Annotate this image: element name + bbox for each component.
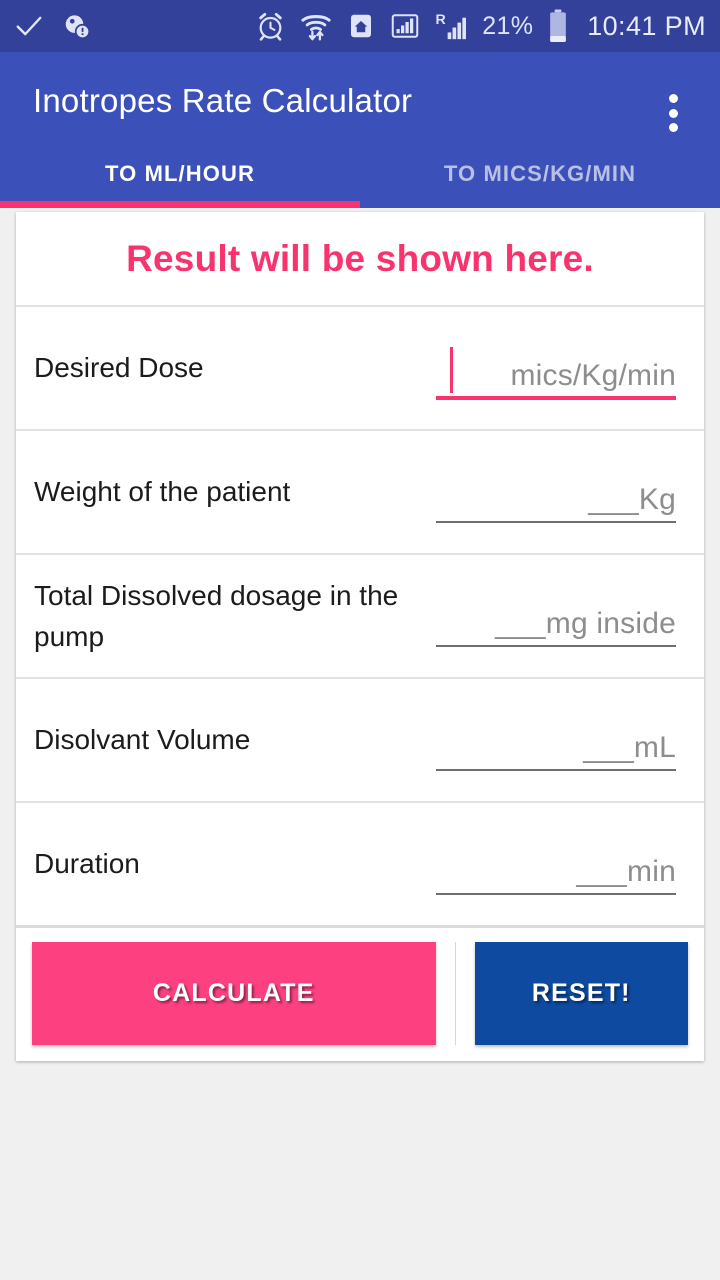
status-bar-right-icons: R 21% 10:41 PM: [255, 9, 706, 43]
page-title: Inotropes Rate Calculator: [33, 82, 413, 119]
alarm-clock-icon: [255, 11, 286, 42]
tab-indicator: [0, 201, 360, 208]
reset-button[interactable]: RESET!: [474, 942, 689, 1045]
button-row: CALCULATE RESET!: [16, 925, 704, 1061]
field-label-desired-dose: Desired Dose: [34, 352, 204, 384]
placeholder-disolvant-volume: ___mL: [583, 731, 676, 764]
app-bar: Inotropes Rate Calculator TO ML/HOUR TO …: [0, 52, 720, 208]
battery-icon: [547, 9, 569, 43]
app-alert-icon: [62, 11, 92, 41]
field-row-desired-dose: Desired Dose mics/Kg/min: [16, 305, 704, 429]
field-label-total-dosage: Total Dissolved dosage in the pump: [34, 579, 399, 652]
input-underline: [436, 769, 676, 771]
placeholder-weight: ___Kg: [588, 483, 676, 516]
field-row-duration: Duration ___min: [16, 801, 704, 925]
placeholder-total-dosage: ___mg inside: [495, 607, 676, 640]
placeholder-duration: ___min: [576, 855, 676, 888]
input-underline: [436, 396, 676, 400]
input-underline: [436, 521, 676, 523]
field-row-total-dosage: Total Dissolved dosage in the pump ___mg…: [16, 553, 704, 677]
input-total-dosage[interactable]: ___mg inside: [436, 585, 676, 647]
tab-bar: TO ML/HOUR TO MICS/KG/MIN: [0, 147, 720, 201]
placeholder-desired-dose: mics/Kg/min: [510, 359, 676, 392]
input-desired-dose[interactable]: mics/Kg/min: [436, 337, 676, 400]
field-row-disolvant-volume: Disolvant Volume ___mL: [16, 677, 704, 801]
calculate-button[interactable]: CALCULATE: [32, 942, 436, 1045]
text-caret: [450, 347, 453, 393]
field-label-duration: Duration: [34, 848, 140, 880]
battery-percent-label: 21%: [482, 11, 534, 40]
result-text: Result will be shown here.: [126, 237, 594, 279]
input-underline: [436, 893, 676, 895]
tab-indicator-track: [0, 201, 720, 208]
status-bar-left-icons: [14, 11, 92, 41]
svg-text:R: R: [436, 11, 446, 27]
roaming-signal-icon: R: [434, 11, 468, 42]
input-weight[interactable]: ___Kg: [436, 461, 676, 523]
field-row-weight: Weight of the patient ___Kg: [16, 429, 704, 553]
overflow-menu-icon[interactable]: [656, 90, 690, 136]
app-screen: R 21% 10:41 PM Inotropes Rate Calculator: [0, 0, 720, 1280]
input-underline: [436, 645, 676, 647]
field-label-disolvant-volume: Disolvant Volume: [34, 724, 251, 756]
home-network-icon: [346, 11, 376, 41]
wifi-transfer-icon: [300, 10, 332, 42]
check-icon: [14, 11, 44, 41]
clock-label: 10:41 PM: [587, 10, 706, 41]
input-disolvant-volume[interactable]: ___mL: [436, 709, 676, 771]
tab-to-mics-kg-min[interactable]: TO MICS/KG/MIN: [360, 147, 720, 201]
status-bar: R 21% 10:41 PM: [0, 0, 720, 52]
signal-sim1-icon: [390, 11, 420, 41]
calculator-card: Result will be shown here. Desired Dose …: [16, 212, 704, 1061]
tab-to-ml-hour[interactable]: TO ML/HOUR: [0, 147, 360, 201]
input-duration[interactable]: ___min: [436, 833, 676, 895]
button-divider: [454, 942, 456, 1045]
field-label-weight: Weight of the patient: [34, 476, 291, 508]
content-area: Result will be shown here. Desired Dose …: [0, 208, 720, 1229]
result-row: Result will be shown here.: [16, 212, 704, 305]
